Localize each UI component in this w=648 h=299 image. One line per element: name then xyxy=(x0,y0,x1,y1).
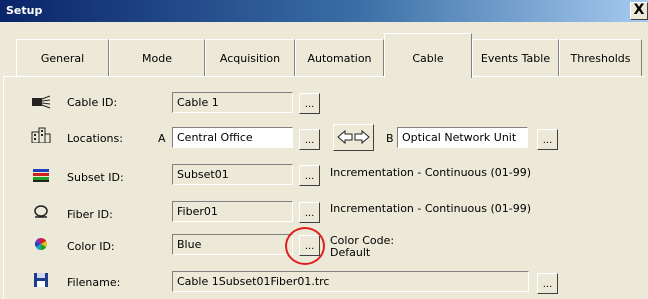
save-disk-icon xyxy=(34,273,48,287)
subset-id-field[interactable]: Subset01 xyxy=(172,164,293,185)
setup-window: Setup X General Mode Acquisition Automat… xyxy=(0,0,648,299)
locations-label: Locations: xyxy=(67,132,123,145)
cable-panel xyxy=(3,76,645,299)
tab-mode[interactable]: Mode xyxy=(109,39,205,76)
location-a-browse-button[interactable]: ... xyxy=(299,129,320,150)
location-b-browse-button[interactable]: ... xyxy=(537,129,558,150)
subset-id-label: Subset ID: xyxy=(67,171,124,184)
swap-locations-button[interactable] xyxy=(333,124,374,151)
location-a-field[interactable]: Central Office xyxy=(172,127,293,148)
location-a-prefix: A xyxy=(158,132,166,145)
subset-id-browse-button[interactable]: ... xyxy=(299,165,320,186)
filename-label: Filename: xyxy=(67,276,121,289)
location-b-field[interactable]: Optical Network Unit xyxy=(397,127,528,148)
color-id-label: Color ID: xyxy=(67,240,115,253)
buildings-icon xyxy=(31,127,51,143)
window-title: Setup xyxy=(6,4,43,17)
fiber-icon xyxy=(34,205,48,218)
highlight-circle xyxy=(285,227,325,265)
cable-icon xyxy=(32,95,51,109)
fiber-incrementation-text: Incrementation - Continuous (01-99) xyxy=(330,202,532,215)
title-bar: Setup X xyxy=(0,0,648,22)
tab-cable[interactable]: Cable xyxy=(384,33,472,78)
fiber-id-field[interactable]: Fiber01 xyxy=(172,201,293,222)
subset-stripes-icon xyxy=(33,169,49,182)
subset-incrementation-text: Incrementation - Continuous (01-99) xyxy=(330,166,532,179)
cable-id-field[interactable]: Cable 1 xyxy=(172,92,293,113)
swap-arrows-icon xyxy=(337,129,370,145)
cable-id-browse-button[interactable]: ... xyxy=(299,93,320,114)
tab-general[interactable]: General xyxy=(16,39,109,76)
tab-acquisition[interactable]: Acquisition xyxy=(205,39,295,76)
tab-events-table[interactable]: Events Table xyxy=(472,39,559,76)
filename-field[interactable]: Cable 1Subset01Fiber01.trc xyxy=(172,271,529,292)
fiber-id-label: Fiber ID: xyxy=(67,208,113,221)
tab-strip: General Mode Acquisition Automation Cabl… xyxy=(0,33,648,78)
filename-browse-button[interactable]: ... xyxy=(537,273,558,294)
tab-thresholds[interactable]: Thresholds xyxy=(559,39,642,76)
color-wheel-icon xyxy=(34,238,48,250)
location-b-prefix: B xyxy=(386,132,394,145)
cable-id-label: Cable ID: xyxy=(67,96,118,109)
color-code-value: Default xyxy=(330,246,371,259)
close-button[interactable]: X xyxy=(630,2,648,20)
tab-automation[interactable]: Automation xyxy=(295,39,384,76)
color-id-field[interactable]: Blue xyxy=(172,234,293,255)
fiber-id-browse-button[interactable]: ... xyxy=(299,202,320,223)
